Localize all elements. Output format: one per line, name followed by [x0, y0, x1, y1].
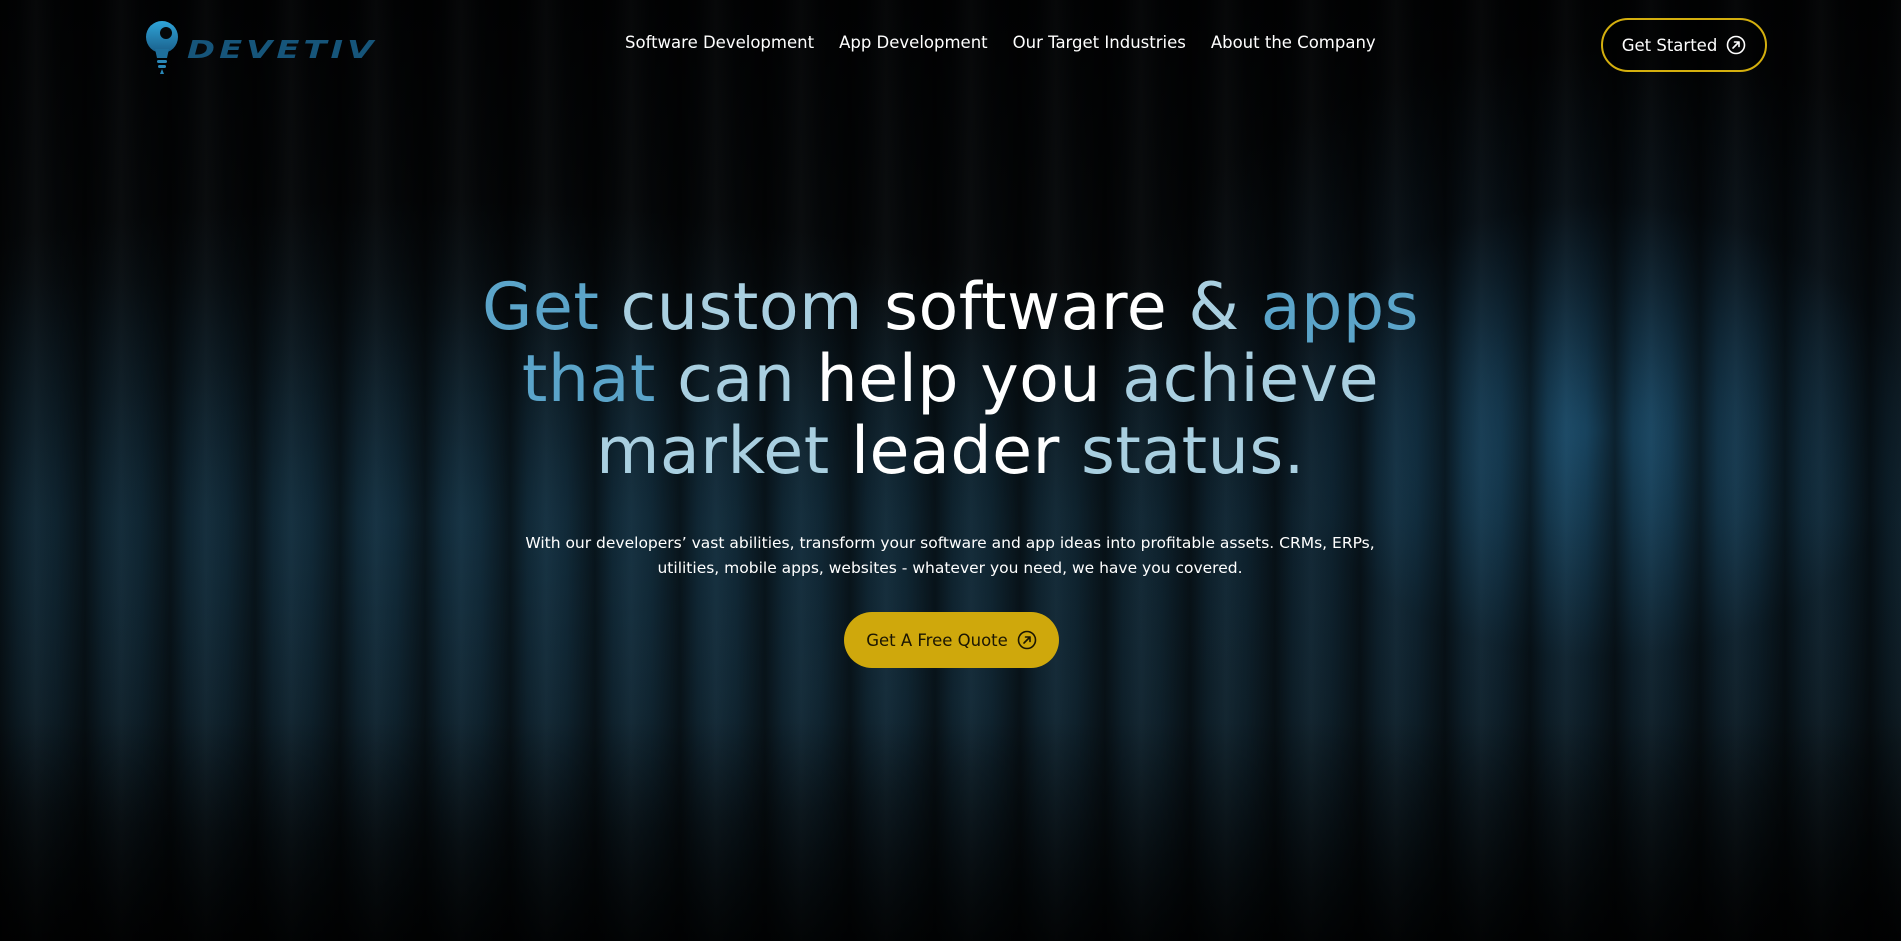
hero-subtitle-line-2: utilities, mobile apps, websites - whate… — [657, 559, 1243, 577]
headline-line-2: that can help you achieve — [0, 344, 1901, 416]
headline-word: you — [959, 342, 1102, 417]
headline-word: apps — [1239, 270, 1419, 345]
hero-headline: Get custom software & apps that can help… — [0, 272, 1901, 488]
headline-word: leader — [829, 414, 1060, 489]
headline-line-1: Get custom software & apps — [0, 272, 1901, 344]
get-started-label: Get Started — [1621, 35, 1718, 55]
arrow-up-right-circle-icon — [1017, 630, 1037, 650]
get-started-button[interactable]: Get Started — [1601, 18, 1767, 72]
headline-word: software — [862, 270, 1168, 345]
headline-word: achieve — [1101, 342, 1380, 417]
headline-word: can — [655, 342, 796, 417]
arrow-up-right-circle-icon — [1726, 35, 1746, 55]
nav-item-app-development[interactable]: App Development — [839, 33, 988, 52]
main-nav: Software Development App Development Our… — [625, 33, 1376, 52]
background-bottom-fade — [0, 721, 1901, 941]
headline-word: market — [596, 414, 830, 489]
hero-subtitle: With our developers’ vast abilities, tra… — [500, 531, 1400, 581]
headline-word: Get — [482, 270, 600, 345]
logo-bulb-icon — [146, 21, 178, 74]
logo-link[interactable]: DEVETIV — [143, 18, 373, 74]
headline-word: that — [521, 342, 656, 417]
get-free-quote-button[interactable]: Get A Free Quote — [844, 612, 1059, 668]
nav-item-about-company[interactable]: About the Company — [1211, 33, 1376, 52]
headline-word: custom — [599, 270, 863, 345]
logo-wordmark: DEVETIV — [187, 34, 378, 64]
headline-word: status. — [1059, 414, 1305, 489]
headline-word: help — [795, 342, 960, 417]
get-free-quote-label: Get A Free Quote — [866, 630, 1008, 650]
headline-line-3: market leader status. — [0, 416, 1901, 488]
nav-item-target-industries[interactable]: Our Target Industries — [1013, 33, 1186, 52]
headline-word: & — [1167, 270, 1240, 345]
hero-subtitle-line-1: With our developers’ vast abilities, tra… — [525, 534, 1375, 552]
hero-page: DEVETIV Software Development App Develop… — [0, 0, 1901, 941]
nav-item-software-development[interactable]: Software Development — [625, 33, 814, 52]
site-header: DEVETIV Software Development App Develop… — [0, 0, 1901, 90]
